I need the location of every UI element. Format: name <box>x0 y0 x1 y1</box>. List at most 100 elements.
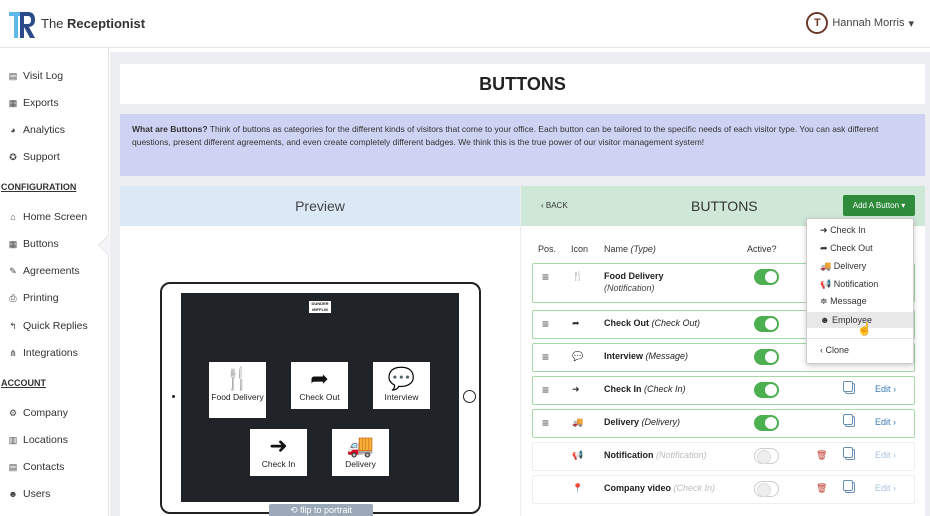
brand-name[interactable]: The Receptionist <box>41 16 145 31</box>
menu-item-icon: ➜ <box>820 225 828 235</box>
preview-button-check-in[interactable]: ➜ Check In <box>250 429 307 476</box>
drag-handle-icon[interactable]: ≡ <box>542 317 549 331</box>
menu-item-icon: 📢 <box>820 279 832 289</box>
menu-item-check-out[interactable]: ➦ Check Out <box>820 243 873 254</box>
edit-link[interactable]: Edit › <box>875 450 896 460</box>
sidebar-item-support[interactable]: ✪ Support <box>8 151 60 163</box>
sidebar-item-label: Agreements <box>23 265 80 277</box>
hand-pointer-icon: ☝ <box>857 322 872 336</box>
add-button-menu: ➜ Check In ➦ Check Out 🚚 Delivery 📢 Notific… <box>806 218 914 364</box>
menu-item-check-in[interactable]: ➜ Check In <box>820 225 866 236</box>
table-row[interactable]: 📍 Company video (Check In) 🗑 Edit › <box>532 475 915 504</box>
edit-link[interactable]: Edit › <box>875 417 896 427</box>
add-button-dropdown[interactable]: Add A Button ▾ <box>843 195 915 216</box>
column-icon: Icon <box>571 244 589 254</box>
config-heading: CONFIGURATION <box>1 182 77 192</box>
top-bar: The Receptionist T Hannah Morris ▾ <box>0 0 930 48</box>
sidebar-item-home-screen[interactable]: ⌂ Home Screen <box>8 211 87 223</box>
user-name: Hannah Morris <box>832 17 905 29</box>
preview-button-label: Check In <box>261 459 296 469</box>
preview-button-check-out[interactable]: ➦ Check Out <box>291 362 348 409</box>
tablet-home-button <box>463 390 476 403</box>
preview-button-interview[interactable]: 💬 Interview <box>373 362 430 409</box>
print-icon: ⎙ <box>9 292 17 303</box>
active-toggle[interactable] <box>754 269 779 285</box>
sidebar-item-analytics[interactable]: ◕ Analytics <box>8 124 65 136</box>
drag-handle-icon[interactable]: ≡ <box>542 350 549 364</box>
preview-button-label: Delivery <box>345 459 376 469</box>
info-heading: What are Buttons? <box>132 124 208 134</box>
active-toggle[interactable] <box>754 349 779 365</box>
buttons-panel-title: BUTTONS <box>691 198 758 214</box>
sidebar-item-label: Analytics <box>23 124 66 136</box>
receptionist-logo-icon[interactable] <box>7 8 37 40</box>
sidebar-item-printing[interactable]: ⎙ Printing <box>8 292 58 304</box>
drag-handle-icon[interactable]: ≡ <box>542 270 549 284</box>
active-toggle[interactable] <box>754 316 779 332</box>
preview-heading: Preview <box>120 186 520 226</box>
menu-item-clone[interactable]: ‹ Clone <box>820 345 849 355</box>
column-active: Active? <box>747 244 777 254</box>
users-icon: ☻ <box>8 489 18 499</box>
active-toggle[interactable] <box>754 481 779 497</box>
button-type: (Check Out) <box>651 318 701 328</box>
sidebar-item-exports[interactable]: ▦ Exports <box>8 97 59 109</box>
menu-item-label: Message <box>830 296 867 306</box>
active-toggle[interactable] <box>754 382 779 398</box>
sidebar-item-label: Contacts <box>23 461 65 473</box>
table-row[interactable]: ≡ 🚚 Delivery (Delivery) Edit › <box>532 409 915 438</box>
column-pos: Pos. <box>538 244 557 254</box>
sidebar-item-quick-replies[interactable]: ↰ Quick Replies <box>8 320 88 332</box>
copy-icon[interactable] <box>843 381 855 394</box>
menu-item-delivery[interactable]: 🚚 Delivery <box>820 261 866 272</box>
preview-button-food-delivery[interactable]: 🍴 Food Delivery <box>209 362 266 418</box>
sidebar-item-locations[interactable]: ▥ Locations <box>8 434 68 446</box>
copy-icon[interactable] <box>843 414 855 427</box>
file-icon: ▤ <box>8 70 18 81</box>
lifebuoy-icon: ✪ <box>9 151 17 162</box>
back-button[interactable]: ‹ BACK <box>541 201 568 210</box>
sign-in-icon: ➜ <box>572 384 580 394</box>
menu-item-icon: ➦ <box>820 243 828 253</box>
trash-icon[interactable]: 🗑 <box>816 450 827 461</box>
user-menu[interactable]: T Hannah Morris ▾ <box>806 12 914 34</box>
button-type: (Message) <box>645 351 689 361</box>
button-name: Company video (Check In) <box>604 483 716 493</box>
button-name: Interview (Message) <box>604 351 689 361</box>
button-name: Check In (Check In) <box>604 384 686 394</box>
flip-to-portrait-button[interactable]: ⟲ flip to portrait <box>269 504 373 516</box>
drag-handle-icon[interactable]: ≡ <box>542 416 549 430</box>
preview-button-delivery[interactable]: 🚚 Delivery <box>332 429 389 476</box>
sidebar-item-company[interactable]: ⚙ Company <box>8 407 68 419</box>
edit-link[interactable]: Edit › <box>875 384 896 394</box>
sidebar-item-integrations[interactable]: ⋔ Integrations <box>8 347 78 359</box>
preview-button-label: Interview <box>384 392 419 402</box>
active-toggle[interactable] <box>754 448 779 464</box>
tachometer-icon: ◕ <box>10 125 16 135</box>
menu-item-icon: ≑ <box>820 296 828 306</box>
preview-button-label: Food Delivery <box>211 392 264 402</box>
menu-item-message[interactable]: ≑ Message <box>820 296 867 307</box>
edit-link[interactable]: Edit › <box>875 483 896 493</box>
sidebar-item-visit-log[interactable]: ▤ Visit Log <box>8 70 63 82</box>
active-toggle[interactable] <box>754 415 779 431</box>
preview-button-label: Check Out <box>299 392 340 402</box>
copy-icon[interactable] <box>843 480 855 493</box>
company-logo: DUNDER MIFFLIN <box>309 301 331 313</box>
drag-handle-icon[interactable]: ≡ <box>542 383 549 397</box>
sidebar-item-contacts[interactable]: ▤ Contacts <box>8 461 65 473</box>
button-name: Food Delivery <box>604 271 664 281</box>
sidebar-item-users[interactable]: ☻ Users <box>8 488 50 500</box>
menu-item-notification[interactable]: 📢 Notification <box>820 279 878 290</box>
button-name: Check Out (Check Out) <box>604 318 701 328</box>
table-row[interactable]: ≡ ➜ Check In (Check In) Edit › <box>532 376 915 405</box>
copy-icon[interactable] <box>843 447 855 460</box>
menu-divider <box>807 338 913 339</box>
trash-icon[interactable]: 🗑 <box>816 483 827 494</box>
table-row[interactable]: 📢 Notification (Notification) 🗑 Edit › <box>532 442 915 471</box>
sidebar-item-label: Quick Replies <box>23 320 88 332</box>
caret-down-icon: ▾ <box>908 17 914 30</box>
truck-icon: 🚚 <box>572 417 584 427</box>
sidebar-item-agreements[interactable]: ✎ Agreements <box>8 265 80 277</box>
sidebar-item-buttons[interactable]: ▦ Buttons <box>8 238 59 250</box>
